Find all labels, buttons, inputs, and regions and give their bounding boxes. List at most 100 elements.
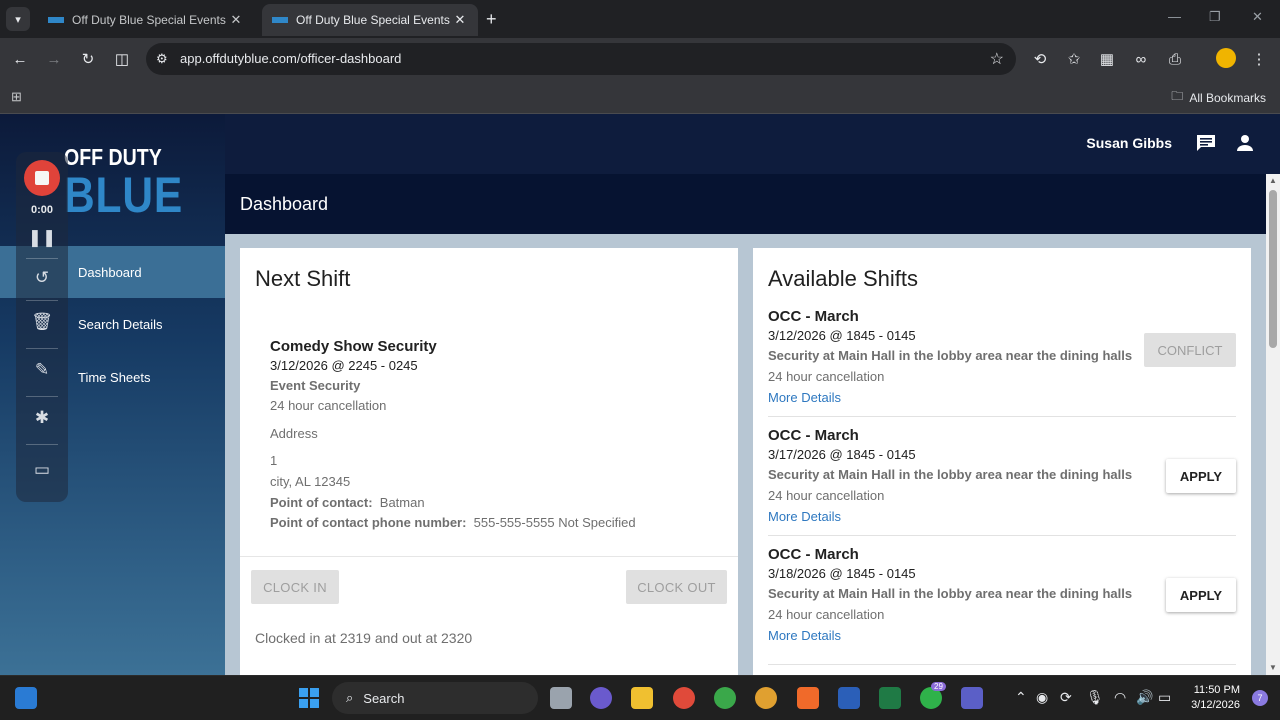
folder-icon: 🗀 bbox=[1171, 89, 1184, 103]
shift-description: Security at Main Hall in the lobby area … bbox=[768, 467, 1133, 482]
shift-title: OCC - March bbox=[768, 308, 859, 325]
conflict-button[interactable]: CONFLICT bbox=[1144, 333, 1236, 367]
scroll-thumb[interactable] bbox=[1269, 190, 1277, 348]
clock-date: 3/12/2026 bbox=[1191, 699, 1240, 711]
recording-timer: 0:00 bbox=[30, 204, 54, 216]
wifi-icon[interactable]: ◠ bbox=[1114, 689, 1126, 706]
sidebar-item-label: Time Sheets bbox=[78, 369, 151, 385]
system-clock[interactable]: 11:50 PM 3/12/2026 bbox=[1191, 683, 1240, 713]
more-details-link[interactable]: More Details bbox=[768, 509, 841, 524]
more-details-link[interactable]: More Details bbox=[768, 628, 841, 643]
shift-title: OCC - March bbox=[768, 546, 859, 563]
tray-app-icon[interactable]: ◉ bbox=[1036, 689, 1048, 706]
next-shift-heading: Next Shift bbox=[255, 266, 351, 291]
account-icon[interactable] bbox=[1235, 133, 1255, 153]
site-info-icon[interactable]: ⚙ bbox=[156, 51, 168, 67]
notification-badge[interactable]: 7 bbox=[1252, 690, 1268, 706]
clock-out-button[interactable]: CLOCK OUT bbox=[626, 570, 727, 604]
address-bar[interactable]: ⚙ app.offdutyblue.com/officer-dashboard … bbox=[146, 43, 1016, 75]
more-menu-icon[interactable]: ⋮ bbox=[1249, 49, 1269, 69]
battery-icon[interactable]: ▭ bbox=[1158, 689, 1171, 706]
page-title: Dashboard bbox=[240, 194, 329, 214]
chrome-profile-icon[interactable] bbox=[714, 687, 736, 709]
shift-datetime: 3/12/2026 @ 1845 - 0145 bbox=[768, 328, 916, 343]
browser-tab-1[interactable]: Off Duty Blue Special Events & ✕ bbox=[38, 4, 254, 36]
start-icon[interactable] bbox=[298, 687, 320, 709]
next-shift-name: Comedy Show Security bbox=[270, 338, 437, 355]
link-icon[interactable]: ∞ bbox=[1131, 49, 1151, 69]
taskbar-search[interactable]: ⌕ Search bbox=[332, 682, 538, 714]
extensions-icon[interactable]: ▦ bbox=[1097, 49, 1117, 69]
draw-icon[interactable]: ✎ bbox=[16, 360, 68, 380]
list-item: OCC - March 3/18/2026 @ 1845 - 0145 Secu… bbox=[768, 546, 1236, 646]
history-icon[interactable]: ⟲ bbox=[1030, 49, 1050, 69]
address-label: Address bbox=[270, 426, 318, 441]
task-view-icon[interactable] bbox=[550, 687, 572, 709]
url-text: app.offdutyblue.com/officer-dashboard bbox=[180, 51, 401, 66]
back-icon[interactable]: ← bbox=[10, 49, 30, 69]
apps-grid-icon[interactable]: ⊞ bbox=[11, 89, 22, 105]
excel-icon[interactable] bbox=[879, 687, 901, 709]
apply-button[interactable]: APPLY bbox=[1166, 578, 1236, 612]
scroll-down-arrow[interactable]: ▼ bbox=[1266, 663, 1280, 672]
meet-icon[interactable] bbox=[590, 687, 612, 709]
restart-icon[interactable]: ↺ bbox=[16, 268, 68, 288]
effects-icon[interactable]: ✱ bbox=[16, 408, 68, 428]
taskbar-search-label: Search bbox=[363, 690, 405, 706]
shift-description: Security at Main Hall in the lobby area … bbox=[768, 348, 1133, 363]
page-scrollbar[interactable]: ▲ ▼ bbox=[1266, 174, 1280, 675]
file-explorer-icon[interactable] bbox=[631, 687, 653, 709]
sidebar-item-label: Search Details bbox=[78, 316, 163, 332]
chrome-icon[interactable] bbox=[673, 687, 695, 709]
favorites-icon[interactable]: ✩ bbox=[1064, 49, 1084, 69]
bookmark-star-icon[interactable]: ☆ bbox=[990, 49, 1004, 69]
close-tab-icon[interactable]: ✕ bbox=[452, 12, 468, 28]
word-icon[interactable] bbox=[838, 687, 860, 709]
scroll-up-arrow[interactable]: ▲ bbox=[1266, 176, 1280, 185]
chevron-up-icon[interactable]: ⌃ bbox=[1015, 689, 1027, 706]
widgets-icon[interactable] bbox=[15, 687, 37, 709]
point-of-contact: Point of contact: Batman bbox=[270, 495, 425, 510]
next-shift-card: Next Shift Comedy Show Security 3/12/202… bbox=[240, 248, 738, 675]
minimize-icon[interactable]: — bbox=[1168, 9, 1181, 24]
profile-avatar[interactable] bbox=[1216, 48, 1236, 68]
pause-icon[interactable]: ❚❚ bbox=[16, 228, 68, 248]
clock-status: Clocked in at 2319 and out at 2320 bbox=[255, 630, 473, 646]
maximize-icon[interactable]: ❐ bbox=[1209, 9, 1221, 25]
delete-icon[interactable]: 🗑 bbox=[16, 312, 68, 332]
microphone-icon[interactable]: 🎙 bbox=[1086, 689, 1104, 706]
user-name[interactable]: Susan Gibbs bbox=[1086, 135, 1172, 151]
available-shifts-card: Available Shifts OCC - March 3/12/2026 @… bbox=[753, 248, 1251, 675]
stop-recording-button[interactable] bbox=[24, 160, 60, 196]
tab-search-button[interactable]: ▾ bbox=[6, 7, 30, 31]
sidebar: OFF DUTY BLUE Dashboard Search Details T… bbox=[0, 114, 225, 675]
chrome-canary-icon[interactable] bbox=[755, 687, 777, 709]
browser-toolbar: ← → ↻ ◫ ⚙ app.offdutyblue.com/officer-da… bbox=[0, 38, 1280, 80]
bookmarks-bar: ⊞ 🗀 All Bookmarks bbox=[0, 80, 1280, 114]
apply-button[interactable]: APPLY bbox=[1166, 459, 1236, 493]
shift-cancellation: 24 hour cancellation bbox=[768, 369, 885, 384]
app-page: OFF DUTY BLUE Dashboard Search Details T… bbox=[0, 114, 1280, 675]
forward-icon[interactable]: → bbox=[44, 49, 64, 69]
more-details-link[interactable]: More Details bbox=[768, 390, 841, 405]
sync-icon[interactable]: ⟳ bbox=[1060, 689, 1072, 706]
teams-icon[interactable] bbox=[961, 687, 983, 709]
url-host: app.offdutyblue.com bbox=[180, 51, 297, 66]
camera-icon[interactable]: ▭ bbox=[16, 460, 68, 480]
screen-recorder-panel: 0:00 ❚❚ ↺ 🗑 ✎ ✱ ▭ bbox=[16, 152, 68, 502]
close-window-icon[interactable]: ✕ bbox=[1252, 9, 1263, 25]
reload-icon[interactable]: ↻ bbox=[78, 49, 98, 69]
brave-icon[interactable] bbox=[797, 687, 819, 709]
volume-icon[interactable]: 🔊 bbox=[1136, 689, 1153, 706]
list-item: OCC - March 3/17/2026 @ 1845 - 0145 Secu… bbox=[768, 427, 1236, 527]
close-tab-icon[interactable]: ✕ bbox=[228, 12, 244, 28]
poc-phone-value: 555-555-5555 Not Specified bbox=[473, 515, 636, 530]
all-bookmarks-button[interactable]: 🗀 All Bookmarks bbox=[1171, 87, 1266, 108]
browser-tab-2[interactable]: Off Duty Blue Special Events & ✕ bbox=[262, 4, 478, 36]
browser-tabstrip: ▾ Off Duty Blue Special Events & ✕ Off D… bbox=[0, 0, 1280, 38]
split-view-icon[interactable]: ◫ bbox=[112, 49, 132, 69]
clock-in-button[interactable]: CLOCK IN bbox=[251, 570, 339, 604]
new-tab-button[interactable]: + bbox=[486, 9, 497, 30]
print-icon[interactable]: ⎙ bbox=[1165, 49, 1185, 69]
chat-icon[interactable] bbox=[1195, 133, 1217, 153]
